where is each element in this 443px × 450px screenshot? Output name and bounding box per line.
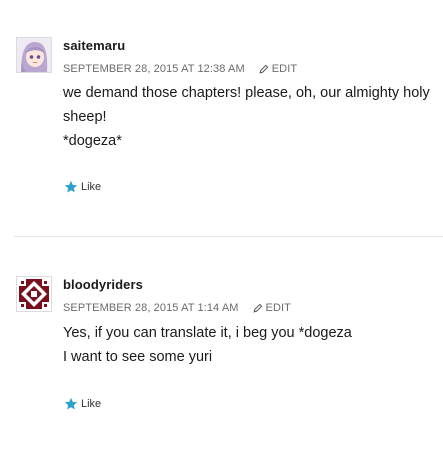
star-icon (64, 180, 78, 193)
pencil-icon (259, 64, 269, 74)
comment-date[interactable]: SEPTEMBER 28, 2015 AT 12:38 AM (63, 63, 245, 75)
comment-meta: SEPTEMBER 28, 2015 AT 1:14 AM EDIT (63, 302, 291, 314)
comment-line: I want to see some yuri (63, 349, 213, 365)
comment-line: Yes, if you can translate it, i beg you … (63, 325, 352, 341)
comment-author[interactable]: bloodyriders (63, 277, 143, 292)
like-button[interactable]: Like (64, 397, 101, 411)
edit-link[interactable]: EDIT (259, 63, 297, 75)
comment-author[interactable]: saitemaru (63, 38, 125, 53)
comment-meta: SEPTEMBER 28, 2015 AT 12:38 AM EDIT (63, 63, 297, 75)
edit-label: EDIT (265, 302, 291, 314)
pattern-avatar-icon (17, 277, 51, 311)
like-button[interactable]: Like (64, 180, 101, 194)
comment: bloodyriders SEPTEMBER 28, 2015 AT 1:14 … (0, 237, 443, 450)
avatar[interactable] (16, 276, 52, 312)
avatar[interactable] (16, 37, 52, 73)
comment: saitemaru SEPTEMBER 28, 2015 AT 12:38 AM… (0, 0, 443, 236)
comment-body: Yes, if you can translate it, i beg you … (63, 321, 433, 369)
pencil-icon (253, 303, 262, 313)
edit-label: EDIT (271, 63, 298, 75)
comment-date[interactable]: SEPTEMBER 28, 2015 AT 1:14 AM (63, 302, 239, 314)
star-icon (64, 397, 78, 410)
like-label: Like (81, 398, 102, 410)
edit-link[interactable]: EDIT (253, 302, 291, 314)
comment-body: we demand those chapters! please, oh, ou… (63, 81, 433, 153)
comment-line: we demand those chapters! please, oh, ou… (63, 85, 430, 125)
like-label: Like (81, 181, 102, 193)
anime-avatar-icon (17, 38, 51, 72)
comment-line: *dogeza* (63, 133, 122, 149)
